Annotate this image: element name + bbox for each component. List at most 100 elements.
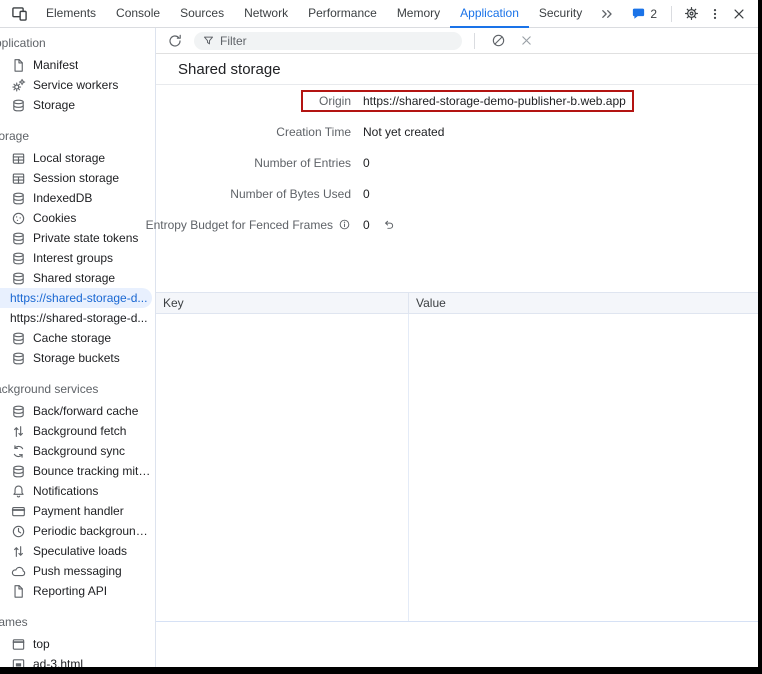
database-icon — [11, 231, 26, 246]
sidebar-item-storage-buckets[interactable]: Storage buckets — [0, 348, 152, 368]
sidebar-item-push-messaging[interactable]: Push messaging — [0, 561, 152, 581]
shared-storage-table: KeyValue — [156, 292, 762, 622]
refresh-icon[interactable] — [164, 30, 186, 52]
sidebar-item-local-storage[interactable]: Local storage — [0, 148, 152, 168]
sidebar-item-label: Bounce tracking mitiga... — [33, 464, 152, 478]
field-value: 0 — [363, 187, 370, 201]
tab-memory[interactable]: Memory — [387, 0, 450, 28]
tab-elements[interactable]: Elements — [36, 0, 106, 28]
console-messages-count: 2 — [650, 7, 657, 21]
settings-gear-icon[interactable] — [680, 3, 702, 25]
sidebar-item-top[interactable]: top — [0, 634, 152, 654]
sidebar-section-application: Application — [0, 35, 156, 52]
reset-icon[interactable] — [382, 218, 395, 231]
sidebar-item-indexeddb[interactable]: IndexedDB — [0, 188, 152, 208]
sidebar-item-background-fetch[interactable]: Background fetch — [0, 421, 152, 441]
sidebar-item-service-workers[interactable]: Service workers — [0, 75, 152, 95]
database-icon — [11, 251, 26, 266]
console-messages-badge[interactable]: 2 — [625, 6, 663, 21]
frame-icon — [11, 637, 26, 652]
value-column-body — [409, 314, 762, 621]
database-icon — [11, 98, 26, 113]
column-header-key[interactable]: Key — [156, 293, 409, 313]
sidebar-item-label: Background fetch — [33, 424, 126, 438]
more-tabs-button[interactable] — [592, 7, 622, 21]
sidebar-item-session-storage[interactable]: Session storage — [0, 168, 152, 188]
panel-title-row: Shared storage — [156, 54, 762, 85]
device-toolbar-icon[interactable] — [8, 3, 30, 25]
metadata-fields: Origin https://shared-storage-demo-publis… — [156, 85, 762, 240]
updown-icon — [11, 544, 26, 559]
cloud-icon — [11, 564, 26, 579]
info-icon[interactable] — [338, 218, 351, 231]
sidebar-item-https-shared-storage-d[interactable]: https://shared-storage-d... — [0, 288, 152, 308]
field-value: Not yet created — [363, 125, 444, 139]
sidebar-section-storage: Storage — [0, 128, 156, 145]
panel-tabs: ElementsConsoleSourcesNetworkPerformance… — [36, 0, 592, 28]
field-value: 0 — [363, 218, 370, 232]
table-icon — [11, 171, 26, 186]
sidebar-item-storage[interactable]: Storage — [0, 95, 152, 115]
window-edge-bottom — [0, 667, 762, 674]
field-value: 0 — [363, 156, 370, 170]
message-bubble-icon — [631, 6, 646, 21]
clear-all-icon[interactable] — [487, 30, 509, 52]
sidebar-item-label: Manifest — [33, 58, 78, 72]
sidebar-item-label: Session storage — [33, 171, 119, 185]
database-icon — [11, 191, 26, 206]
field-label: Number of Bytes Used — [156, 187, 351, 201]
tab-security[interactable]: Security — [529, 0, 592, 28]
kebab-menu-icon[interactable] — [704, 3, 726, 25]
close-devtools-icon[interactable] — [728, 3, 750, 25]
field-label: Number of Entries — [156, 156, 351, 170]
sidebar-item-https-shared-storage-d[interactable]: https://shared-storage-d... — [0, 308, 152, 328]
column-header-value[interactable]: Value — [409, 293, 762, 313]
tab-application[interactable]: Application — [450, 0, 529, 28]
devtools-tabbar: ElementsConsoleSourcesNetworkPerformance… — [0, 0, 762, 28]
devtools-body: ApplicationManifestService workersStorag… — [0, 28, 762, 674]
sidebar-item-reporting-api[interactable]: Reporting API — [0, 581, 152, 601]
sidebar-item-interest-groups[interactable]: Interest groups — [0, 248, 152, 268]
sidebar-item-label: Notifications — [33, 484, 98, 498]
sidebar-item-back-forward-cache[interactable]: Back/forward cache — [0, 401, 152, 421]
sidebar-item-label: Payment handler — [33, 504, 124, 518]
database-icon — [11, 331, 26, 346]
tab-sources[interactable]: Sources — [170, 0, 234, 28]
tab-network[interactable]: Network — [234, 0, 298, 28]
cookie-icon — [11, 211, 26, 226]
field-row-number-of-bytes-used: Number of Bytes Used 0 — [156, 178, 762, 209]
field-value: https://shared-storage-demo-publisher-b.… — [363, 94, 626, 108]
sidebar-item-periodic-background-s[interactable]: Periodic background s... — [0, 521, 152, 541]
sidebar-item-speculative-loads[interactable]: Speculative loads — [0, 541, 152, 561]
filter-funnel-icon — [202, 34, 215, 47]
sidebar-item-label: Local storage — [33, 151, 105, 165]
sidebar-item-notifications[interactable]: Notifications — [0, 481, 152, 501]
sidebar-item-manifest[interactable]: Manifest — [0, 55, 152, 75]
sidebar-item-background-sync[interactable]: Background sync — [0, 441, 152, 461]
sidebar-item-bounce-tracking-mitiga[interactable]: Bounce tracking mitiga... — [0, 461, 152, 481]
sidebar-item-payment-handler[interactable]: Payment handler — [0, 501, 152, 521]
filter-input[interactable] — [220, 34, 454, 48]
devtools-window: ElementsConsoleSourcesNetworkPerformance… — [0, 0, 762, 674]
sidebar-item-cookies[interactable]: Cookies — [0, 208, 152, 228]
filter-box — [194, 32, 462, 50]
sidebar-item-cache-storage[interactable]: Cache storage — [0, 328, 152, 348]
sidebar-item-label: https://shared-storage-d... — [10, 291, 147, 305]
tab-performance[interactable]: Performance — [298, 0, 387, 28]
field-label: Creation Time — [156, 125, 351, 139]
sidebar-section-background-services: Background services — [0, 381, 156, 398]
tab-console[interactable]: Console — [106, 0, 170, 28]
sidebar-item-label: Private state tokens — [33, 231, 138, 245]
delete-selected-icon[interactable] — [515, 30, 537, 52]
gears-icon — [11, 78, 26, 93]
sidebar-item-label: Background sync — [33, 444, 125, 458]
sidebar-item-label: Reporting API — [33, 584, 107, 598]
toolbar-divider — [474, 33, 475, 49]
database-icon — [11, 351, 26, 366]
field-label: Entropy Budget for Fenced Frames — [156, 218, 351, 232]
sidebar-item-label: Speculative loads — [33, 544, 127, 558]
page-title: Shared storage — [178, 61, 281, 78]
sidebar-item-shared-storage[interactable]: Shared storage — [0, 268, 152, 288]
sidebar-item-private-state-tokens[interactable]: Private state tokens — [0, 228, 152, 248]
field-label: Origin — [156, 94, 351, 108]
